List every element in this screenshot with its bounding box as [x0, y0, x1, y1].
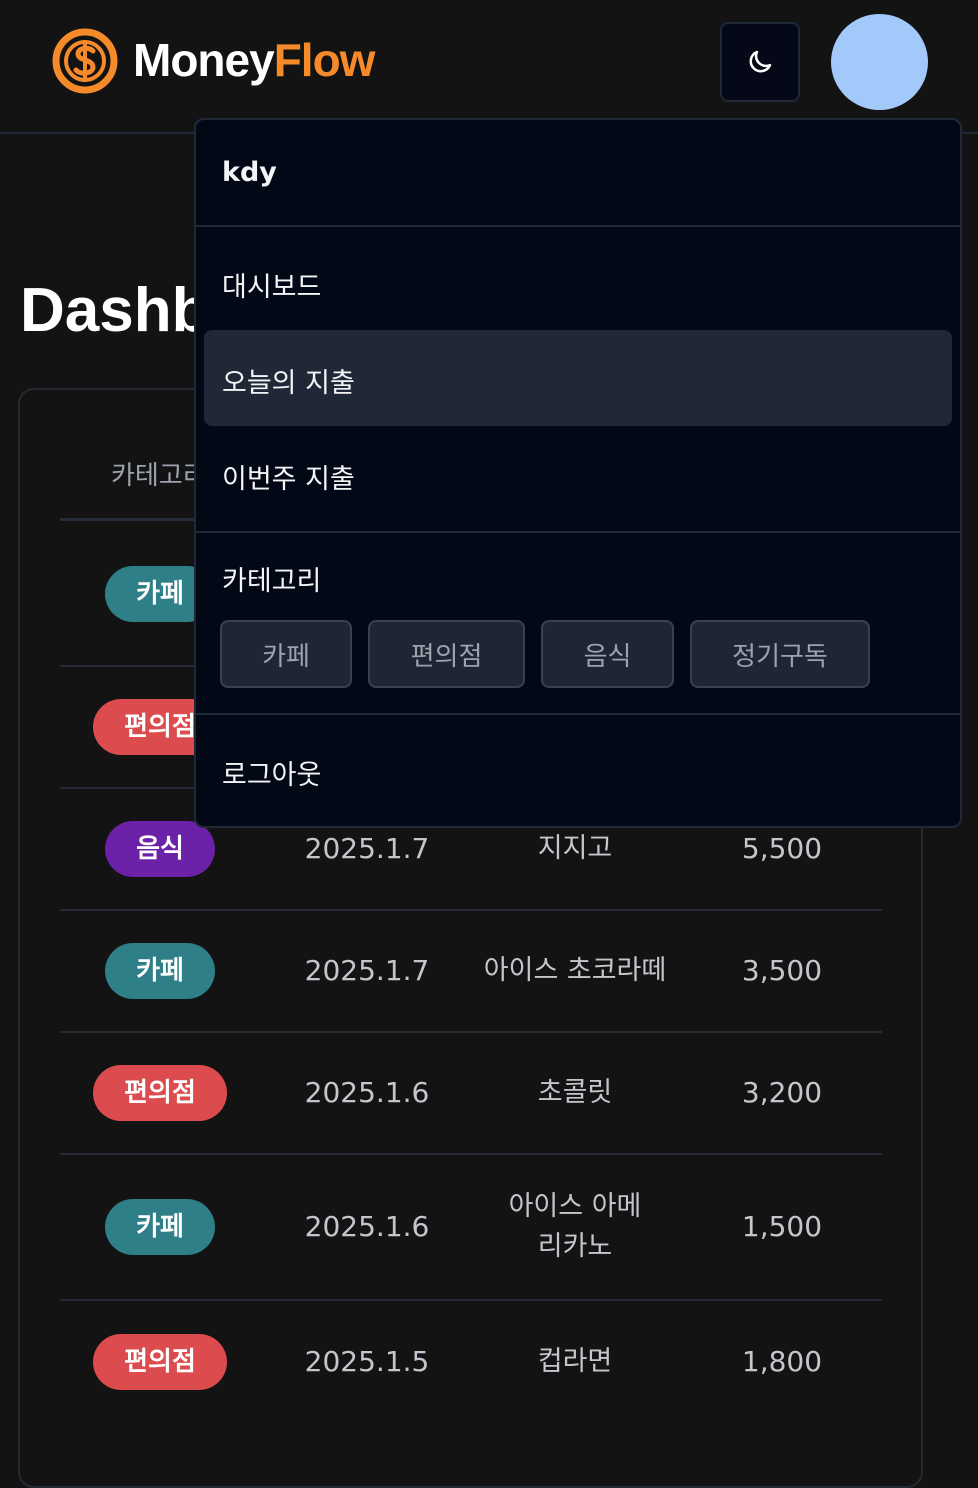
date-cell: 2025.1.6	[304, 1210, 430, 1243]
category-heading: 카테고리	[222, 566, 322, 597]
menu-item-week-expense[interactable]: 이번주 지출	[222, 457, 355, 496]
category-badge: 편의점	[93, 1334, 227, 1390]
avatar[interactable]	[831, 14, 928, 110]
menu-divider	[196, 713, 960, 715]
date-cell: 2025.1.6	[304, 1076, 430, 1109]
top-header: MoneyFlow	[0, 0, 978, 134]
menu-divider	[196, 225, 960, 227]
category-badge: 음식	[105, 821, 215, 877]
table-row[interactable]: 카페 2025.1.7 아이스 초코라떼 3,500	[60, 911, 882, 1033]
amount-cell: 3,500	[741, 954, 823, 987]
dollar-coin-icon[interactable]	[50, 24, 120, 98]
amount-cell: 3,200	[741, 1076, 823, 1109]
amount-cell: 1,800	[741, 1345, 823, 1378]
brand-money: Money	[133, 34, 275, 86]
description-cell: 아이스 초코라떼	[483, 955, 667, 986]
table-row[interactable]: 편의점 2025.1.5 컵라면 1,800	[60, 1301, 882, 1423]
username-label: kdy	[222, 157, 277, 188]
theme-toggle-button[interactable]	[720, 22, 800, 102]
logout-button[interactable]: 로그아웃	[222, 753, 321, 792]
date-cell: 2025.1.7	[304, 954, 430, 987]
description-cell: 초콜릿	[537, 1077, 613, 1108]
category-chip-cafe[interactable]: 카페	[220, 620, 352, 688]
description-cell: 컵라면	[537, 1346, 613, 1377]
table-row[interactable]: 편의점 2025.1.6 초콜릿 3,200	[60, 1033, 882, 1155]
category-badge: 카페	[105, 943, 215, 999]
brand-name[interactable]: MoneyFlow	[133, 33, 376, 87]
menu-item-dashboard[interactable]: 대시보드	[222, 265, 321, 304]
date-cell: 2025.1.5	[304, 1345, 430, 1378]
category-badge: 편의점	[93, 1065, 227, 1121]
page-title: Dashb	[20, 276, 210, 345]
table-row[interactable]: 카페 2025.1.6 아이스 아메리카노 1,500	[60, 1155, 882, 1301]
category-badge: 카페	[105, 1199, 215, 1255]
category-chip-food[interactable]: 음식	[541, 620, 674, 688]
menu-item-today-expense-label[interactable]: 오늘의 지출	[222, 361, 355, 400]
description-cell: 아이스 아메리카노	[508, 1191, 642, 1262]
user-dropdown-menu: kdy 대시보드 오늘의 지출 이번주 지출 카테고리 카페 편의점 음식 정기…	[194, 118, 962, 828]
menu-divider	[196, 531, 960, 533]
moon-icon	[749, 50, 772, 73]
table-header-category: 카테고리	[111, 461, 207, 491]
brand-flow: Flow	[273, 34, 376, 86]
amount-cell: 1,500	[741, 1210, 823, 1243]
category-chip-convenience[interactable]: 편의점	[368, 620, 525, 688]
category-chip-subscription[interactable]: 정기구독	[690, 620, 870, 688]
